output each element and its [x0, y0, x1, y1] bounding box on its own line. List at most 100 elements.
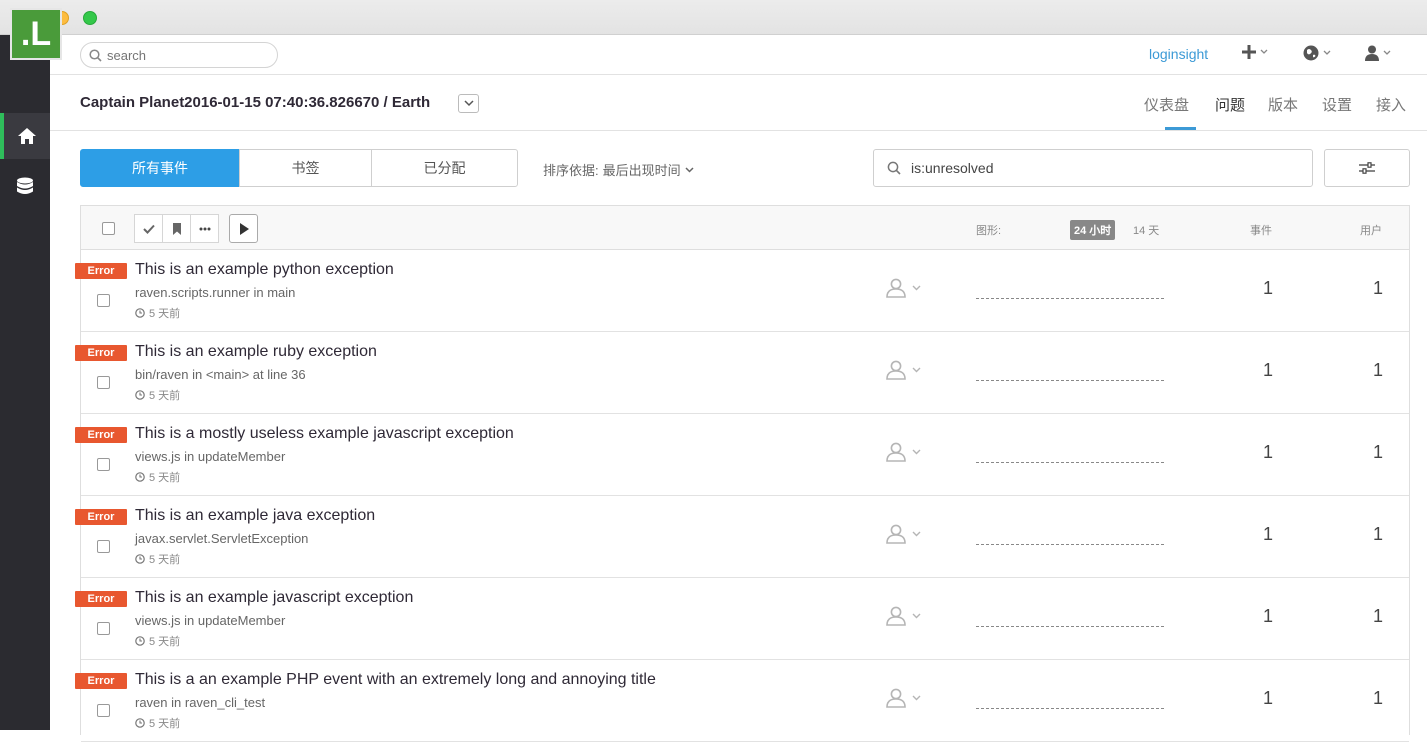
issue-last-seen: 5 天前 — [135, 387, 180, 403]
tab-integration[interactable]: 接入 — [1376, 94, 1406, 115]
tab-issues[interactable]: 问题 — [1215, 94, 1245, 115]
clock-icon — [135, 636, 145, 646]
users-column-header: 用户 — [1360, 225, 1382, 237]
maximize-window-button[interactable] — [83, 11, 97, 25]
user-menu-button[interactable] — [1365, 45, 1391, 61]
sidebar-item-home[interactable] — [0, 113, 50, 159]
issue-title-link[interactable]: This is an example javascript exception — [135, 589, 413, 607]
range-24h-button[interactable]: 24 小时 — [1070, 220, 1116, 240]
chevron-down-icon — [912, 449, 921, 455]
row-checkbox[interactable] — [97, 704, 110, 717]
last-seen-text: 5 天前 — [149, 308, 181, 320]
checkmark-icon — [142, 224, 155, 234]
row-checkbox[interactable] — [97, 540, 110, 553]
issue-culprit: bin/raven in <main> at line 36 — [135, 367, 306, 382]
graph-label: 图形: — [976, 225, 1002, 237]
table-row[interactable]: Error This is an example ruby exception … — [75, 332, 1409, 414]
tab-releases[interactable]: 版本 — [1268, 94, 1298, 115]
event-count: 1 — [1263, 606, 1274, 626]
chevron-down-icon — [685, 166, 694, 173]
issue-title-link[interactable]: This is an example python exception — [135, 261, 394, 279]
segment-bookmarks[interactable]: 书签 — [239, 149, 372, 187]
issue-title-link[interactable]: This is an example java exception — [135, 507, 375, 525]
bookmark-icon — [172, 222, 181, 235]
tab-settings[interactable]: 设置 — [1322, 94, 1352, 115]
issue-culprit: javax.servlet.ServletException — [135, 531, 309, 546]
event-sparkline — [976, 462, 1164, 463]
language-menu-button[interactable] — [1303, 45, 1331, 61]
assignee-dropdown[interactable] — [885, 606, 921, 626]
clock-icon — [135, 390, 145, 400]
issue-culprit: raven.scripts.runner in main — [135, 285, 296, 300]
range-14d-button[interactable]: 14 天 — [1133, 222, 1159, 238]
sort-dropdown[interactable]: 排序依据: 最后出现时间 — [543, 160, 694, 179]
event-count: 1 — [1263, 442, 1274, 462]
event-count: 1 — [1263, 360, 1274, 380]
sort-label: 排序依据: — [543, 163, 599, 178]
project-selector-button[interactable] — [458, 94, 479, 113]
query-input[interactable] — [911, 160, 1291, 176]
bookmark-button[interactable] — [162, 214, 191, 243]
active-tab-indicator — [1165, 127, 1196, 130]
add-menu-button[interactable] — [1242, 45, 1268, 59]
user-count: 1 — [1373, 688, 1384, 708]
assignee-dropdown[interactable] — [885, 360, 921, 380]
sidebar — [0, 35, 50, 730]
database-icon — [17, 177, 33, 194]
event-sparkline — [976, 544, 1164, 545]
issue-culprit: views.js in updateMember — [135, 613, 286, 628]
user-count: 1 — [1373, 606, 1384, 626]
assignee-dropdown[interactable] — [885, 688, 921, 708]
user-count: 1 — [1373, 360, 1384, 380]
issue-table: 图形: 24 小时 14 天 事件 用户 Error This is an ex… — [75, 205, 1410, 742]
issue-filter-search[interactable] — [873, 149, 1313, 187]
level-badge: Error — [75, 591, 127, 607]
filter-settings-button[interactable] — [1324, 149, 1410, 187]
user-outline-icon — [886, 360, 906, 380]
resolve-button[interactable] — [134, 214, 163, 243]
level-badge: Error — [75, 509, 127, 525]
last-seen-text: 5 天前 — [149, 390, 181, 402]
table-row[interactable]: Error This is an example python exceptio… — [75, 250, 1409, 332]
event-count: 1 — [1263, 688, 1274, 708]
top-bar: loginsight — [50, 35, 1427, 75]
event-sparkline — [976, 708, 1164, 709]
issue-title-link[interactable]: This is a mostly useless example javascr… — [135, 425, 514, 443]
select-all-checkbox[interactable] — [102, 222, 115, 235]
issue-title-link[interactable]: This is a an example PHP event with an e… — [135, 671, 656, 689]
assignee-dropdown[interactable] — [885, 278, 921, 298]
search-input[interactable] — [107, 47, 257, 63]
sidebar-item-database[interactable] — [0, 165, 50, 209]
page-title: Captain Planet2016-01-15 07:40:36.826670… — [80, 94, 431, 111]
row-checkbox[interactable] — [97, 294, 110, 307]
assignee-dropdown[interactable] — [885, 442, 921, 462]
clock-icon — [135, 308, 145, 318]
ellipsis-icon — [199, 227, 210, 230]
table-row[interactable]: Error This is an example javascript exce… — [75, 578, 1409, 660]
row-checkbox[interactable] — [97, 458, 110, 471]
global-search[interactable] — [80, 42, 278, 68]
issue-title-link[interactable]: This is an example ruby exception — [135, 343, 377, 361]
table-row[interactable]: Error This is an example java exception … — [75, 496, 1409, 578]
segment-all-events[interactable]: 所有事件 — [80, 149, 240, 187]
sliders-icon — [1359, 162, 1375, 174]
chevron-down-icon — [912, 695, 921, 701]
realtime-play-button[interactable] — [229, 214, 258, 243]
clock-icon — [135, 472, 145, 482]
user-outline-icon — [886, 278, 906, 298]
row-checkbox[interactable] — [97, 622, 110, 635]
last-seen-text: 5 天前 — [149, 636, 181, 648]
more-actions-button[interactable] — [190, 214, 219, 243]
window-titlebar — [0, 0, 1427, 35]
org-link[interactable]: loginsight — [1149, 46, 1208, 62]
app-logo[interactable]: .L — [10, 8, 62, 60]
event-count: 1 — [1263, 524, 1274, 544]
table-row[interactable]: Error This is a mostly useless example j… — [75, 414, 1409, 496]
project-header: Captain Planet2016-01-15 07:40:36.826670… — [50, 75, 1427, 131]
assignee-dropdown[interactable] — [885, 524, 921, 544]
segment-assigned[interactable]: 已分配 — [371, 149, 518, 187]
user-outline-icon — [886, 606, 906, 626]
tab-dashboard[interactable]: 仪表盘 — [1144, 94, 1189, 115]
row-checkbox[interactable] — [97, 376, 110, 389]
user-count: 1 — [1373, 524, 1384, 544]
